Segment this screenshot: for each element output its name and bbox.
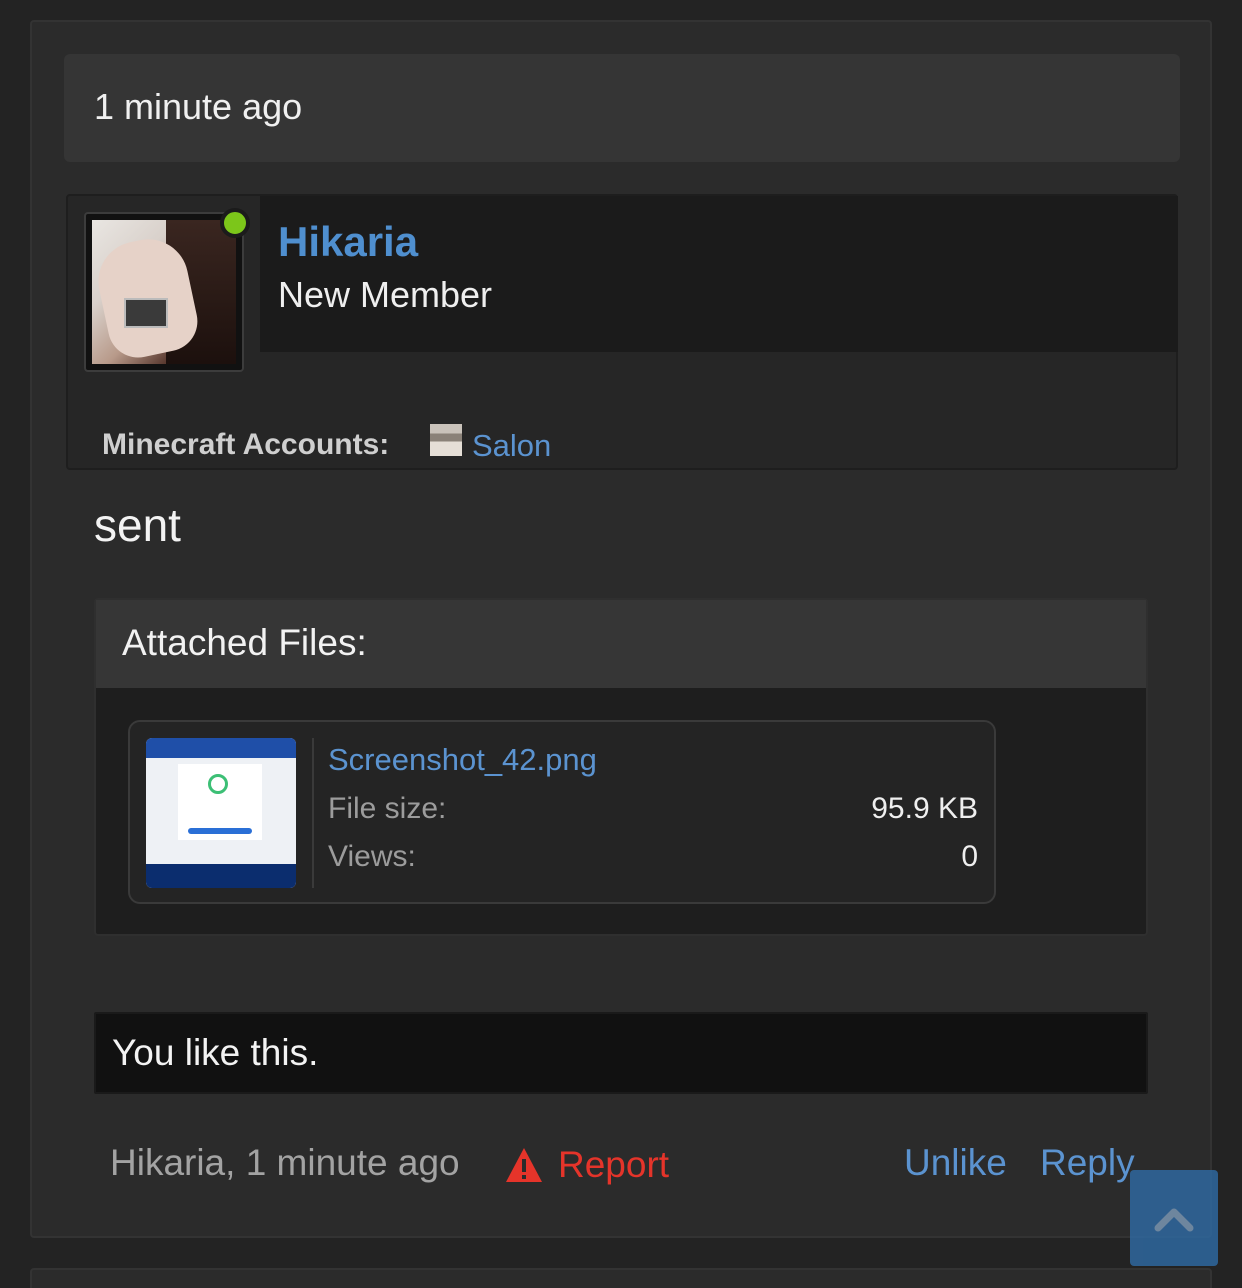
report-label: Report — [558, 1144, 670, 1185]
attachments-header: Attached Files: — [96, 600, 1146, 688]
attachment-divider — [312, 738, 314, 888]
likes-summary: You like this. — [94, 1012, 1148, 1094]
online-status-dot — [220, 208, 250, 238]
views-value: 0 — [961, 840, 978, 873]
author-username[interactable]: Hikaria — [278, 218, 418, 266]
author-block: Hikaria New Member Minecraft Accounts: S… — [66, 194, 1178, 470]
avatar[interactable] — [84, 212, 244, 372]
chevron-up-icon — [1154, 1208, 1194, 1232]
file-size-label: File size: — [328, 792, 447, 825]
file-size-value: 95.9 KB — [871, 792, 978, 825]
reply-button[interactable]: Reply — [1040, 1142, 1135, 1184]
likes-text: You like this. — [112, 1032, 319, 1073]
avatar-image — [92, 220, 236, 364]
post-time-header: 1 minute ago — [64, 54, 1180, 162]
next-post-card — [30, 1268, 1212, 1288]
report-button[interactable]: Report — [504, 1142, 669, 1188]
minecraft-head-icon — [430, 424, 462, 456]
attachment-thumbnail[interactable] — [146, 738, 296, 888]
attachments-box: Attached Files: Screenshot_42.png File s… — [94, 598, 1148, 936]
scroll-to-top-button[interactable] — [1130, 1170, 1218, 1266]
warning-triangle-icon — [506, 1148, 542, 1182]
author-role: New Member — [278, 274, 493, 315]
post-card: 1 minute ago Hikaria New Member Minecraf… — [30, 20, 1212, 1238]
views-label: Views: — [328, 840, 416, 873]
post-time: 1 minute ago — [94, 86, 303, 127]
attachments-title: Attached Files: — [122, 622, 367, 663]
post-footer-meta[interactable]: Hikaria, 1 minute ago — [110, 1142, 460, 1184]
minecraft-account-link[interactable]: Salon — [472, 428, 551, 464]
attachment-file-name[interactable]: Screenshot_42.png — [328, 742, 597, 778]
minecraft-accounts-label: Minecraft Accounts: — [102, 428, 390, 461]
attachment-item[interactable]: Screenshot_42.png File size: 95.9 KB Vie… — [128, 720, 996, 904]
unlike-button[interactable]: Unlike — [904, 1142, 1007, 1184]
post-body: sent — [94, 499, 181, 551]
